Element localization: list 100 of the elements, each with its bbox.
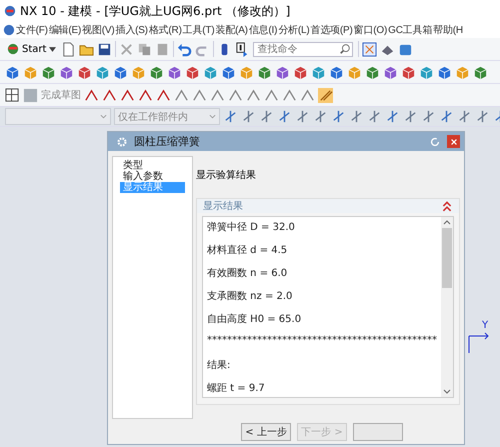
snap-tool-icon[interactable]	[349, 109, 364, 124]
feature-tool-icon[interactable]	[239, 64, 254, 80]
feature-tool-icon[interactable]	[347, 64, 362, 80]
sketch-tool-icon[interactable]	[264, 88, 279, 102]
result-line: 支承圈数 nz = 2.0	[207, 290, 294, 304]
window-title: NX 10 - 建模 - [学UG就上UG网6.prt （修改的）]	[20, 2, 290, 20]
feature-tool-icon[interactable]	[401, 64, 416, 80]
feature-tool-icon[interactable]	[311, 64, 326, 80]
scroll-down-icon[interactable]	[443, 389, 451, 394]
snap-tool-icon[interactable]	[439, 109, 454, 124]
chevron-down-icon	[100, 114, 107, 119]
feature-tool-icon[interactable]	[437, 64, 452, 80]
sketch-tool-icon[interactable]	[156, 88, 171, 102]
feature-tool-icon[interactable]	[419, 64, 434, 80]
step-item[interactable]: 输入参数	[120, 171, 185, 182]
snap-tool-icon[interactable]	[403, 109, 418, 124]
axis-triad-drawing	[468, 332, 490, 354]
start-button[interactable]: Start	[5, 43, 58, 55]
scroll-up-icon[interactable]	[443, 220, 451, 226]
feature-tool-icon[interactable]	[113, 64, 128, 80]
feature-tool-icon[interactable]	[185, 64, 200, 80]
menu-item[interactable]: 分析(L)	[278, 23, 310, 37]
feature-tool-icon[interactable]	[5, 64, 20, 80]
result-line: 有效圈数 n = 6.0	[207, 267, 288, 282]
app-logo-icon	[3, 24, 15, 36]
close-icon	[450, 138, 458, 146]
sketch-tool-icon[interactable]	[192, 88, 207, 102]
snap-tool-icon[interactable]	[421, 109, 436, 124]
feature-tool-icon[interactable]	[95, 64, 110, 80]
snap-tool-icon[interactable]	[277, 109, 292, 124]
feature-tool-icon[interactable]	[77, 64, 92, 80]
menu-item[interactable]: 格式(R)	[148, 23, 182, 37]
results-text-area[interactable]: 弹簧中径 D = 32.0 材料直径 d = 4.5 有效圈数 n = 6.0 支承圈数 nz = 2.0 自由高度 H0 = 65.0 ********************************************** 结果: 螺距 t = 9.7	[202, 216, 454, 398]
menu-item[interactable]: 首选项(P)	[310, 23, 353, 37]
scrollbar[interactable]	[441, 217, 453, 398]
menu-item[interactable]: 工具(T)	[182, 23, 214, 37]
feature-tool-icon[interactable]	[275, 64, 290, 80]
snap-tool-icon[interactable]	[385, 109, 400, 124]
snap-tool-icon[interactable]	[259, 109, 274, 124]
sketch-tool-icon[interactable]	[282, 88, 297, 102]
feature-tool-icon[interactable]	[293, 64, 308, 80]
snap-tool-icon[interactable]	[475, 109, 490, 124]
snap-tool-icon[interactable]	[331, 109, 346, 124]
gear-icon	[116, 136, 128, 148]
menu-item[interactable]: 信息(I)	[248, 23, 278, 37]
sketch-tool-icon[interactable]	[138, 88, 153, 102]
menu-item[interactable]: 视图(V)	[82, 23, 114, 37]
menu-item[interactable]: 插入(S)	[115, 23, 148, 37]
snap-tool-icon[interactable]	[367, 109, 382, 124]
cut-icon[interactable]	[119, 42, 134, 56]
menu-item[interactable]: 窗口(O)	[354, 23, 388, 37]
snap-tool-icon[interactable]	[241, 109, 256, 124]
feature-tool-icon[interactable]	[473, 64, 488, 80]
snap-tool-icon[interactable]	[295, 109, 310, 124]
sketch-tool-icon[interactable]	[300, 88, 315, 102]
menu-item[interactable]: 文件(F)	[16, 23, 48, 37]
feature-tool-icon[interactable]	[365, 64, 380, 80]
feature-tool-icon[interactable]	[167, 64, 182, 80]
menu-item[interactable]: 帮助(H	[433, 23, 463, 37]
sketch-tool-icon[interactable]	[120, 88, 135, 102]
menu-item[interactable]: 编辑(E)	[48, 23, 82, 37]
dialog-title: 圆柱压缩弹簧	[134, 134, 200, 150]
fit-view-icon[interactable]	[362, 42, 378, 56]
sketch-tool-icon[interactable]	[174, 88, 189, 102]
feature-tool-icon[interactable]	[221, 64, 236, 80]
sketch-tool-icon[interactable]	[84, 88, 99, 102]
chevron-down-icon	[209, 114, 216, 119]
snap-tool-icon[interactable]	[223, 109, 238, 124]
sketch-tool-icon[interactable]	[210, 88, 225, 102]
feature-tool-icon[interactable]	[329, 64, 344, 80]
snap-tool-icon[interactable]	[457, 109, 472, 124]
dialog-button[interactable]	[353, 422, 403, 441]
result-line: 螺距 t = 9.7	[207, 382, 266, 396]
group-header[interactable]: 显示结果	[197, 199, 459, 214]
feature-tool-icon[interactable]	[23, 64, 38, 80]
feature-tool-icon[interactable]	[41, 64, 56, 80]
save-icon[interactable]	[97, 42, 112, 56]
feature-tool-icon[interactable]	[383, 64, 398, 80]
highlighted-tool-icon[interactable]	[318, 88, 333, 102]
sketch-tool-icon[interactable]	[246, 88, 261, 102]
feature-tool-icon[interactable]	[131, 64, 146, 80]
undo-icon[interactable]	[177, 42, 192, 56]
feature-tool-icon[interactable]	[455, 64, 470, 80]
step-item[interactable]: 类型	[120, 160, 185, 172]
sketch-tool-icon[interactable]	[102, 88, 117, 102]
sketch-tool-icon[interactable]	[228, 88, 243, 102]
search-field[interactable]: 查找命令	[253, 42, 354, 56]
new-file-icon[interactable]	[61, 42, 76, 56]
feature-tool-icon[interactable]	[149, 64, 164, 80]
feature-tool-icon[interactable]	[257, 64, 272, 80]
close-button[interactable]	[447, 135, 460, 148]
copy-icon[interactable]	[137, 42, 152, 56]
feature-tool-icon[interactable]	[203, 64, 218, 80]
feature-tool-icon[interactable]	[59, 64, 74, 80]
collapse-icon[interactable]	[441, 200, 453, 212]
snap-tool-icon[interactable]	[313, 109, 328, 124]
menu-item[interactable]: GC工具箱	[388, 23, 432, 37]
reset-icon[interactable]	[429, 136, 441, 148]
dialog-button[interactable]: < 上一步	[241, 422, 291, 441]
menu-item[interactable]: 装配(A)	[215, 23, 248, 37]
